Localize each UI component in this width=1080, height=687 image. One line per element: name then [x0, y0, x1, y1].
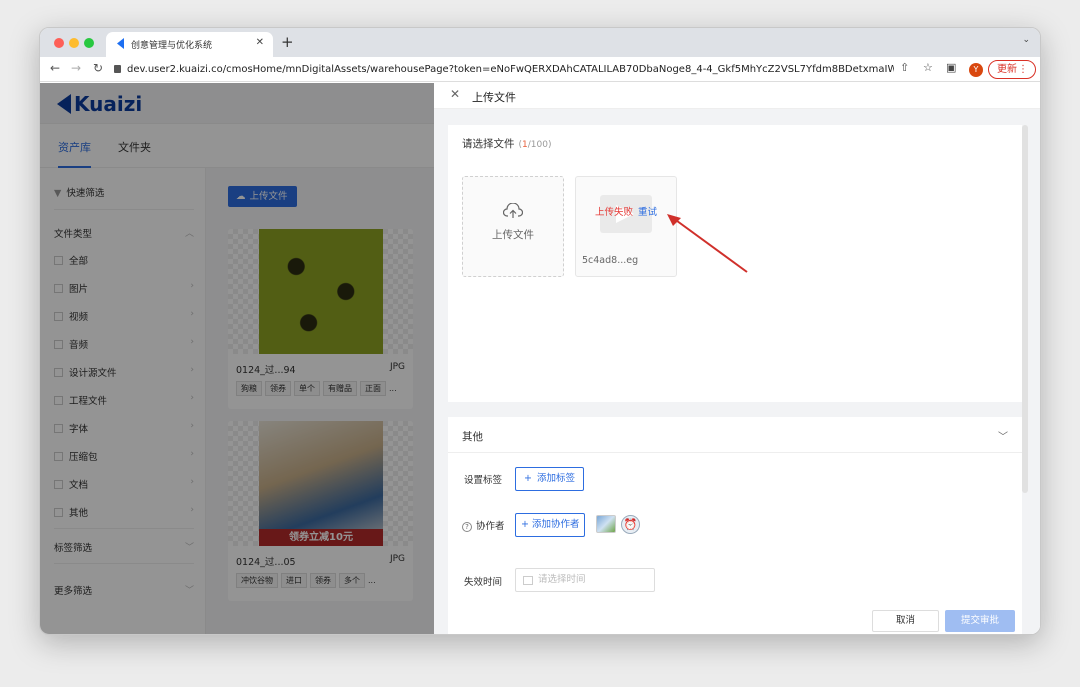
other-section-header[interactable]: 其他 ﹀ — [448, 417, 1022, 453]
chevron-down-icon: ﹀ — [998, 432, 1008, 443]
add-tag-label: 添加标签 — [536, 473, 575, 484]
tag-field-label: 设置标签 — [464, 475, 503, 486]
collaborator-avatar[interactable]: ⏰ — [621, 515, 640, 534]
expire-field-label: 失效时间 — [464, 577, 503, 588]
select-label: 请选择文件 — [462, 138, 515, 150]
drawer-header: ✕ 上传文件 — [434, 83, 1040, 109]
bookmark-star-icon[interactable]: ☆ — [923, 61, 933, 74]
modal-overlay[interactable] — [40, 83, 434, 634]
help-icon[interactable]: ? — [462, 522, 472, 532]
share-icon[interactable]: ⇧ — [900, 61, 909, 74]
collaborator-avatar[interactable] — [596, 515, 616, 533]
cancel-button[interactable]: 取消 — [872, 610, 939, 632]
calendar-icon — [523, 576, 533, 585]
upload-dropzone[interactable]: 上传文件 — [462, 176, 564, 277]
other-section: 其他 ﹀ 设置标签 + 添加标签 ? 协作者 + 添加协作者 ⏰ 失效时间 请选择时间… — [448, 417, 1022, 634]
scrollbar[interactable] — [1022, 125, 1028, 493]
upload-dropzone-label: 上传文件 — [492, 229, 534, 241]
other-section-title: 其他 — [462, 431, 483, 443]
tab-search-chevron-icon[interactable]: ⌄ — [1022, 35, 1030, 45]
collab-field-label: ? 协作者 — [462, 518, 505, 532]
tab-bar: 创意管理与优化系统 ✕ + ⌄ — [40, 28, 1040, 57]
url-field[interactable]: dev.user2.kuaizi.co/cmosHome/mnDigitalAs… — [114, 60, 894, 79]
file-select-section: 请选择文件 (1/100) 上传文件 上传失败 重试 5c4ad8...eg — [448, 125, 1022, 402]
expire-date-picker[interactable]: 请选择时间 — [515, 568, 655, 592]
browser-tab[interactable]: 创意管理与优化系统 ✕ — [106, 32, 273, 57]
plus-icon: + — [524, 473, 532, 484]
upload-drawer: ✕ 上传文件 请选择文件 (1/100) 上传文件 上传失败 重试 5c4ad8.… — [434, 83, 1040, 634]
lock-icon — [114, 65, 121, 73]
close-tab-icon[interactable]: ✕ — [256, 37, 264, 48]
browser-window: 创意管理与优化系统 ✕ + ⌄ ← → ↻ dev.user2.kuaizi.c… — [39, 27, 1041, 635]
drawer-body: 请选择文件 (1/100) 上传文件 上传失败 重试 5c4ad8...eg 其… — [434, 109, 1040, 634]
collab-label: 协作者 — [476, 521, 505, 532]
close-window-icon[interactable] — [54, 38, 64, 48]
file-name: 5c4ad8...eg — [582, 255, 639, 266]
update-label: 更新 — [997, 64, 1017, 75]
address-bar: ← → ↻ dev.user2.kuaizi.co/cmosHome/mnDig… — [40, 57, 1040, 82]
count-total: /100 — [527, 140, 548, 150]
page-content: Kuaizi 资产库 文件夹 ▼ 快速筛选 文件类型 ︿ 全部 图片 › 视频 › 音频… — [40, 83, 1040, 634]
reload-icon[interactable]: ↻ — [93, 61, 103, 75]
kuaizi-favicon-icon — [117, 38, 124, 49]
file-count: (1/100) — [518, 140, 552, 150]
add-collab-label: 添加协作者 — [531, 519, 580, 530]
new-tab-icon[interactable]: + — [281, 33, 294, 51]
failed-upload-card: 上传失败 重试 5c4ad8...eg — [575, 176, 677, 277]
plus-icon: + — [521, 519, 529, 530]
annotation-arrow-icon — [667, 214, 748, 273]
file-select-title: 请选择文件 (1/100) — [462, 136, 551, 151]
url-text: dev.user2.kuaizi.co/cmosHome/mnDigitalAs… — [127, 64, 894, 75]
close-drawer-icon[interactable]: ✕ — [450, 87, 460, 101]
add-tag-button[interactable]: + 添加标签 — [515, 467, 584, 491]
back-icon[interactable]: ← — [50, 61, 60, 75]
submit-approval-button[interactable]: 提交审批 — [945, 610, 1015, 632]
minimize-window-icon[interactable] — [69, 38, 79, 48]
drawer-title: 上传文件 — [472, 91, 516, 104]
maximize-window-icon[interactable] — [84, 38, 94, 48]
date-placeholder: 请选择时间 — [538, 574, 586, 585]
upload-failed-text: 上传失败 — [595, 207, 634, 218]
cloud-upload-icon — [503, 203, 523, 218]
profile-avatar[interactable]: Y — [969, 63, 983, 77]
retry-link[interactable]: 重试 — [638, 204, 657, 218]
browser-update-button[interactable]: 更新 ⋮ — [988, 60, 1036, 79]
forward-icon[interactable]: → — [71, 61, 81, 75]
add-collaborator-button[interactable]: + 添加协作者 — [515, 513, 586, 537]
kebab-menu-icon: ⋮ — [1018, 64, 1028, 75]
side-panel-icon[interactable]: ▣ — [946, 61, 956, 74]
tab-title: 创意管理与优化系统 — [131, 41, 213, 51]
